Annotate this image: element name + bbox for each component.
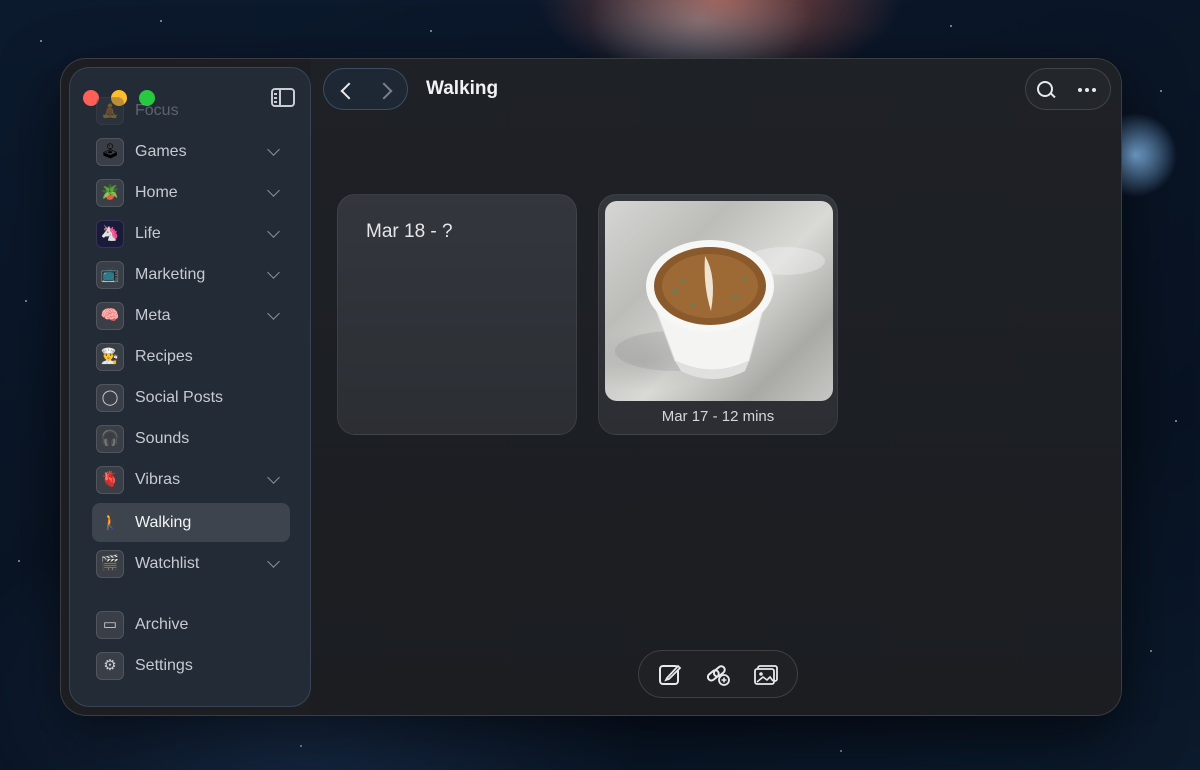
heart-emoji-icon: 🫀 (96, 465, 124, 494)
sidebar-item-marketing[interactable]: 📺 Marketing (92, 255, 290, 294)
chevron-down-icon[interactable] (267, 554, 280, 568)
archive-box-icon: ▭ (96, 610, 124, 639)
navigation-buttons (323, 68, 408, 110)
sidebar-item-walking[interactable]: 🚶 Walking (92, 503, 290, 542)
sidebar: 🧘 Focus 🕹 Games 🪴 Home 🦄 Life 📺 Marketin… (69, 67, 311, 707)
note-card[interactable]: Mar 18 - ? (337, 194, 577, 435)
meditation-emoji-icon: 🧘 (96, 96, 124, 125)
sidebar-item-label: Settings (135, 656, 193, 674)
add-link-icon[interactable] (705, 663, 731, 687)
sidebar-item-settings[interactable]: ⚙ Settings (92, 646, 290, 685)
sidebar-item-label: Vibras (135, 470, 181, 488)
sidebar-item-label: Life (135, 224, 161, 242)
chevron-down-icon[interactable] (267, 265, 280, 279)
sidebar-item-archive[interactable]: ▭ Archive (92, 605, 290, 644)
sidebar-item-label: Sounds (135, 429, 190, 447)
chevron-down-icon[interactable] (267, 183, 280, 197)
sidebar-item-home[interactable]: 🪴 Home (92, 173, 290, 212)
coffee-cup-photo (605, 201, 833, 401)
chevron-down-icon[interactable] (267, 306, 280, 320)
potted-plant-emoji-icon: 🪴 (96, 178, 124, 207)
circle-icon: ◯ (96, 383, 124, 412)
headphones-icon: 🎧 (96, 424, 124, 453)
chevron-down-icon[interactable] (267, 142, 280, 156)
television-emoji-icon: 📺 (96, 260, 124, 289)
chevron-down-icon[interactable] (267, 224, 280, 238)
walking-person-emoji-icon: 🚶 (100, 514, 120, 531)
sidebar-item-label: Walking (135, 513, 192, 531)
photo-card-caption: Mar 17 - 12 mins (661, 408, 775, 425)
compose-note-icon[interactable] (657, 663, 683, 687)
sidebar-item-label: Social Posts (135, 388, 224, 406)
forward-button[interactable] (374, 77, 400, 103)
app-window: 🧘 Focus 🕹 Games 🪴 Home 🦄 Life 📺 Marketin… (60, 58, 1122, 716)
clapperboard-emoji-icon: 🎬 (96, 549, 124, 578)
sidebar-item-label: Recipes (135, 347, 193, 365)
gear-icon: ⚙ (96, 651, 124, 680)
sidebar-item-life[interactable]: 🦄 Life (92, 214, 290, 253)
joystick-emoji-icon: 🕹 (96, 137, 124, 166)
back-button[interactable] (334, 77, 360, 103)
sidebar-item-sounds[interactable]: 🎧 Sounds (92, 419, 290, 458)
sidebar-item-label: Watchlist (135, 554, 200, 572)
sidebar-item-games[interactable]: 🕹 Games (92, 132, 290, 171)
sidebar-item-label: Archive (135, 615, 189, 633)
chef-emoji-icon: 👨‍🍳 (96, 342, 124, 371)
bottom-toolbar (638, 650, 798, 698)
sidebar-item-watchlist[interactable]: 🎬 Watchlist (92, 544, 290, 583)
add-photo-icon[interactable] (753, 663, 779, 687)
unicorn-emoji-icon: 🦄 (96, 219, 124, 248)
sidebar-item-social-posts[interactable]: ◯ Social Posts (92, 378, 290, 417)
sidebar-item-recipes[interactable]: 👨‍🍳 Recipes (92, 337, 290, 376)
sidebar-item-label: Focus (135, 101, 179, 119)
search-icon[interactable] (1036, 80, 1056, 100)
chevron-down-icon[interactable] (267, 470, 280, 484)
sidebar-item-label: Home (135, 183, 178, 201)
sidebar-item-meta[interactable]: 🧠 Meta (92, 296, 290, 335)
sidebar-item-label: Meta (135, 306, 171, 324)
photo-note-card[interactable]: Mar 17 - 12 mins (598, 194, 838, 435)
sidebar-item-vibras[interactable]: 🫀 Vibras (92, 460, 290, 499)
brain-emoji-icon: 🧠 (96, 301, 124, 330)
page-title: Walking (426, 78, 499, 99)
sidebar-item-label: Marketing (135, 265, 206, 283)
header-actions (1025, 68, 1111, 110)
note-card-title: Mar 18 - ? (366, 221, 453, 242)
sidebar-item-label: Games (135, 142, 187, 160)
sidebar-item-focus[interactable]: 🧘 Focus (92, 91, 290, 130)
more-options-icon[interactable] (1078, 88, 1096, 92)
